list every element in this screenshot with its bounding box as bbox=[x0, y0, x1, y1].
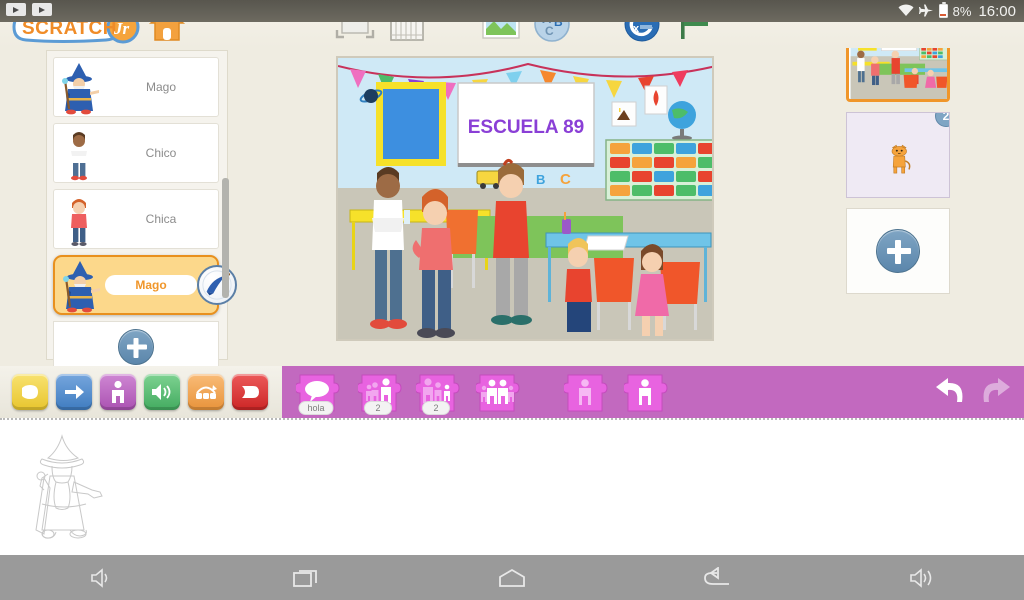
sprite-name: Chico bbox=[145, 146, 177, 160]
svg-text:B: B bbox=[536, 172, 545, 187]
whiteboard-text: ESCUELA 89 bbox=[468, 117, 585, 138]
blocks-strip: hola 2 2 bbox=[282, 366, 1024, 418]
shrink-block-label[interactable]: 2 bbox=[422, 401, 450, 415]
add-page-row bbox=[846, 208, 950, 294]
stage-canvas[interactable]: ESCUELA 89 B C bbox=[336, 56, 714, 341]
background-button[interactable] bbox=[481, 5, 521, 43]
volume-down-button[interactable] bbox=[0, 555, 205, 600]
scratch-cat-icon bbox=[891, 144, 911, 174]
boy-icon bbox=[54, 125, 104, 181]
add-sprite-button[interactable] bbox=[118, 329, 154, 365]
grid-button[interactable] bbox=[388, 7, 426, 43]
category-looks[interactable] bbox=[100, 374, 136, 410]
block-category-strip bbox=[0, 366, 282, 418]
say-block[interactable]: hola bbox=[294, 373, 340, 415]
wizard-icon bbox=[55, 257, 105, 313]
sprite-name-input[interactable]: Mago bbox=[105, 275, 197, 295]
fullscreen-button[interactable] bbox=[333, 5, 377, 43]
undo-redo-group bbox=[932, 374, 1014, 408]
svg-text:x: x bbox=[633, 23, 640, 35]
reset-size-block[interactable] bbox=[474, 373, 520, 412]
scratchjr-logo: SCRATCH Jr bbox=[8, 10, 148, 44]
sprite-list-scrollbar[interactable] bbox=[222, 178, 229, 298]
add-page-button[interactable] bbox=[876, 229, 920, 273]
svg-text:Jr: Jr bbox=[113, 19, 130, 38]
pages-panel: ESCUELA 89 bbox=[846, 16, 954, 294]
hide-block[interactable] bbox=[562, 373, 608, 412]
category-sound[interactable] bbox=[144, 374, 180, 410]
volume-up-icon bbox=[909, 567, 931, 588]
sprite-name: Mago bbox=[145, 80, 177, 94]
svg-text:C: C bbox=[560, 171, 571, 188]
sprite-list-panel: Mago Chico Chica Mago bbox=[46, 50, 237, 373]
show-block[interactable] bbox=[622, 373, 668, 412]
home-outline-icon bbox=[499, 568, 525, 587]
sprite-item-chica[interactable]: Chica bbox=[53, 189, 219, 249]
sprite-name: Chica bbox=[145, 212, 177, 226]
wizard-icon bbox=[54, 59, 104, 115]
wizard-outline-icon bbox=[14, 430, 110, 540]
characters-button[interactable]: A B C bbox=[533, 5, 571, 43]
purple-person-icon bbox=[112, 380, 124, 403]
volume-up-button[interactable] bbox=[819, 555, 1024, 600]
script-editing-area[interactable] bbox=[0, 418, 1024, 555]
grow-block-label[interactable]: 2 bbox=[364, 401, 392, 415]
category-control[interactable] bbox=[188, 374, 224, 410]
page-thumbnail-2[interactable]: 2 bbox=[846, 112, 950, 198]
sprite-name-field-wrap: Mago bbox=[105, 275, 197, 295]
android-nav-bar bbox=[0, 555, 1024, 600]
sprite-item-chico[interactable]: Chico bbox=[53, 123, 219, 183]
sprite-item-mago-2-selected[interactable]: Mago bbox=[53, 255, 237, 315]
svg-text:SCRATCH: SCRATCH bbox=[22, 18, 117, 39]
recents-icon bbox=[293, 569, 318, 587]
volume-down-icon bbox=[91, 567, 108, 588]
category-end[interactable] bbox=[232, 374, 268, 410]
yellow-hat-block-icon bbox=[22, 385, 38, 399]
say-block-label[interactable]: hola bbox=[298, 401, 334, 415]
shrink-block[interactable]: 2 bbox=[414, 373, 460, 415]
stage-character-boy-small bbox=[565, 238, 592, 332]
orange-loop-icon bbox=[196, 385, 217, 399]
paint-editor-button[interactable] bbox=[197, 265, 237, 305]
redo-button[interactable] bbox=[980, 374, 1014, 408]
sprite-item-mago-1[interactable]: Mago bbox=[53, 57, 219, 117]
category-motion[interactable] bbox=[56, 374, 92, 410]
green-flag-button[interactable] bbox=[675, 5, 715, 43]
home-button[interactable] bbox=[148, 6, 186, 44]
back-arrow-icon bbox=[703, 566, 729, 585]
girl-icon bbox=[54, 191, 104, 247]
grow-block[interactable]: 2 bbox=[356, 373, 402, 415]
back-button[interactable] bbox=[614, 555, 819, 600]
home-button[interactable] bbox=[410, 555, 615, 600]
svg-text:B: B bbox=[554, 15, 563, 29]
red-end-block-icon bbox=[242, 386, 259, 398]
reset-button[interactable]: x bbox=[623, 5, 661, 43]
app-top-bar: SCRATCH Jr A B C x bbox=[0, 0, 1024, 48]
recents-button[interactable] bbox=[205, 555, 410, 600]
category-triggers[interactable] bbox=[12, 374, 48, 410]
svg-text:C: C bbox=[545, 24, 554, 38]
undo-button[interactable] bbox=[932, 374, 966, 408]
block-palette-bar: hola 2 2 bbox=[0, 366, 1024, 418]
green-speaker-icon bbox=[152, 384, 171, 400]
blue-arrow-icon bbox=[65, 385, 84, 399]
